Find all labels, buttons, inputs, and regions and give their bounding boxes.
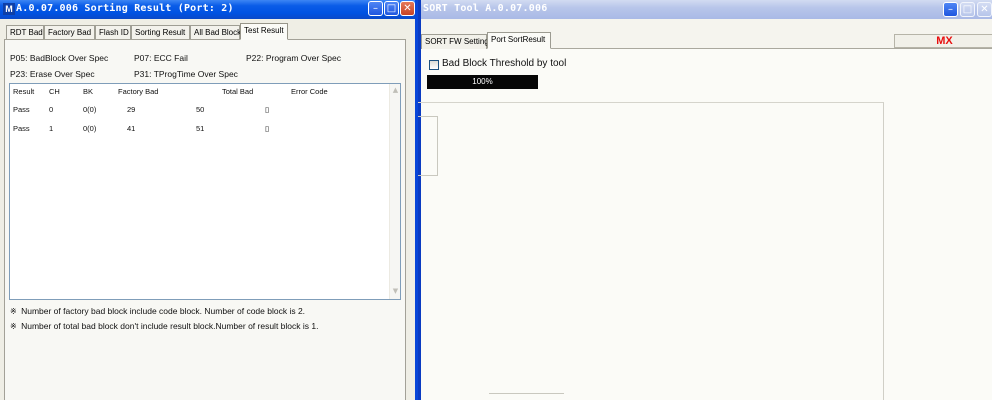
- tab-flash-id[interactable]: Flash ID: [95, 25, 131, 39]
- bad-block-threshold-checkbox[interactable]: [429, 60, 439, 70]
- tab-factory-bad[interactable]: Factory Bad: [44, 25, 95, 39]
- cell-factory-bad[interactable]: 41: [127, 124, 135, 133]
- column-header[interactable]: Error Code: [291, 87, 328, 96]
- legend-p23: P23: Erase Over Spec: [10, 69, 95, 79]
- minimize-button[interactable]: –: [943, 2, 958, 17]
- result-sub-box: [416, 116, 438, 176]
- sort-tool-window: SORT Tool A.0.07.006 – □ ✕ Bad Block Thr…: [416, 0, 992, 400]
- cell-error-code[interactable]: ▯: [265, 124, 269, 133]
- close-icon: ✕: [403, 3, 412, 14]
- column-header[interactable]: Total Bad: [222, 87, 253, 96]
- test-result-table[interactable]: Result CH BK Factory Bad Total Bad Error…: [9, 83, 401, 300]
- close-icon: ✕: [980, 4, 989, 15]
- note-total-bad-text: Number of total bad block don't include …: [21, 321, 319, 331]
- vertical-scrollbar[interactable]: ▲ ▼: [389, 84, 400, 299]
- port-sortresult-panel: Bad Block Threshold by tool 100%: [416, 48, 992, 400]
- minimize-button[interactable]: –: [368, 1, 383, 16]
- maximize-icon: □: [962, 4, 973, 15]
- app-icon: M: [3, 3, 15, 15]
- note-factory-bad: ※ Number of factory bad block include co…: [10, 306, 305, 316]
- progress-bar: 100%: [427, 75, 538, 89]
- scroll-up-icon[interactable]: ▲: [391, 86, 400, 95]
- column-header[interactable]: Factory Bad: [118, 87, 158, 96]
- maximize-button[interactable]: □: [960, 2, 975, 17]
- tab-sort-fw-setting[interactable]: SORT FW Setting: [421, 34, 489, 49]
- cell-result[interactable]: Pass: [13, 124, 30, 133]
- scroll-down-icon[interactable]: ▼: [391, 287, 400, 296]
- sorting-result-title-bar[interactable]: M A.0.07.006 Sorting Result (Port: 2) – …: [0, 0, 415, 19]
- minimize-icon: –: [948, 4, 953, 15]
- cell-ch[interactable]: 0: [49, 105, 53, 114]
- minimize-icon: –: [373, 3, 378, 14]
- legend-p07: P07: ECC Fail: [134, 53, 188, 63]
- result-group-box: [416, 102, 884, 400]
- tab-sorting-result[interactable]: Sorting Result: [131, 25, 190, 39]
- reference-mark-icon: ※: [10, 307, 17, 316]
- tab-all-bad-block[interactable]: All Bad Block: [190, 25, 241, 39]
- sorting-result-title: A.0.07.006 Sorting Result (Port: 2): [16, 3, 234, 14]
- progress-text: 100%: [472, 77, 493, 86]
- close-button[interactable]: ✕: [977, 2, 992, 17]
- maximize-button[interactable]: □: [384, 1, 399, 16]
- cell-total-bad[interactable]: 50: [196, 105, 204, 114]
- cell-bk[interactable]: 0(0): [83, 105, 96, 114]
- cell-total-bad[interactable]: 51: [196, 124, 204, 133]
- cell-result[interactable]: Pass: [13, 105, 30, 114]
- tab-test-result[interactable]: Test Result: [240, 23, 288, 40]
- legend-p31: P31: TProgTime Over Spec: [134, 69, 238, 79]
- legend-p22: P22: Program Over Spec: [246, 53, 341, 63]
- cell-factory-bad[interactable]: 29: [127, 105, 135, 114]
- column-header[interactable]: BK: [83, 87, 93, 96]
- tab-rdt-bad[interactable]: RDT Bad: [6, 25, 44, 39]
- legend-p05: P05: BadBlock Over Spec: [10, 53, 109, 63]
- sorting-result-window: M A.0.07.006 Sorting Result (Port: 2) – …: [0, 0, 418, 400]
- column-header[interactable]: CH: [49, 87, 60, 96]
- column-header[interactable]: Result: [13, 87, 34, 96]
- close-button[interactable]: ✕: [400, 1, 415, 16]
- divider: [489, 393, 564, 394]
- brand-label: MX: [894, 34, 992, 48]
- tab-port-sortresult[interactable]: Port SortResult: [487, 32, 551, 49]
- cell-bk[interactable]: 0(0): [83, 124, 96, 133]
- cell-error-code[interactable]: ▯: [265, 105, 269, 114]
- cell-ch[interactable]: 1: [49, 124, 53, 133]
- sort-tool-title: SORT Tool A.0.07.006: [423, 3, 548, 14]
- maximize-icon: □: [386, 3, 397, 14]
- note-factory-bad-text: Number of factory bad block include code…: [21, 306, 306, 316]
- reference-mark-icon: ※: [10, 322, 17, 331]
- sort-tool-title-bar[interactable]: SORT Tool A.0.07.006 – □ ✕: [421, 0, 992, 19]
- note-total-bad: ※ Number of total bad block don't includ…: [10, 321, 318, 331]
- bad-block-threshold-label[interactable]: Bad Block Threshold by tool: [442, 58, 566, 69]
